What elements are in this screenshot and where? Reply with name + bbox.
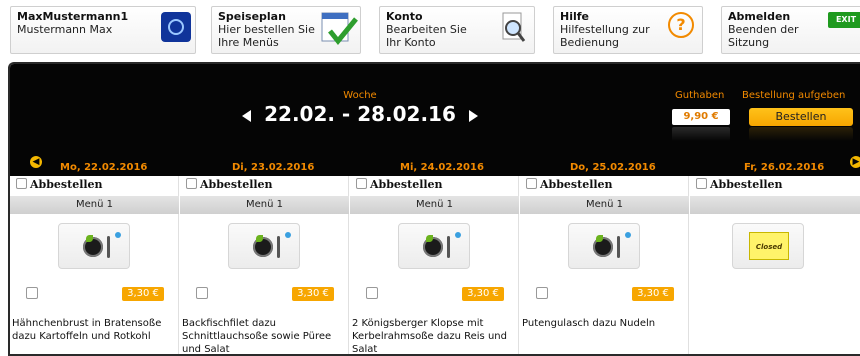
abmelden-line2: Sitzung: [728, 36, 770, 49]
cancel-checkbox[interactable]: [186, 178, 197, 189]
day-column-mon: Abbestellen Menü 1 3,30 € Hähnchenbrust …: [10, 176, 179, 354]
meal-description: Backfischfilet dazu Schnittlauchsoße sow…: [182, 318, 332, 355]
prev-day-arrow[interactable]: ◀: [30, 156, 42, 168]
cancel-checkbox[interactable]: [526, 178, 537, 189]
help-question-icon: ?: [668, 12, 694, 38]
konto-line2: Ihr Konto: [386, 36, 436, 49]
day-column-tue: Abbestellen Menü 1 3,30 € Backfischfilet…: [180, 176, 349, 355]
menu-header: Menü 1: [520, 196, 689, 214]
day-label: Mi, 24.02.2016: [400, 162, 484, 173]
cancel-option: Abbestellen: [526, 178, 613, 194]
konto-line1: Bearbeiten Sie: [386, 23, 467, 36]
day-column-fri: Abbestellen Closed: [690, 176, 860, 354]
day-label: Di, 23.02.2016: [232, 162, 315, 173]
menu-columns: Abbestellen Menü 1 3,30 € Hähnchenbrust …: [10, 176, 860, 355]
day-label: Do, 25.02.2016: [570, 162, 656, 173]
closed-image: Closed: [732, 223, 804, 269]
order-checkbox[interactable]: [26, 287, 38, 299]
abmelden-nav[interactable]: Abmelden Beenden der Sitzung EXIT: [721, 6, 860, 54]
cancel-option: Abbestellen: [16, 178, 103, 194]
meal-image: [58, 223, 130, 269]
week-selector: 22.02. - 28.02.16: [10, 102, 710, 126]
closed-note: Closed: [749, 232, 789, 260]
price-badge: 3,30 €: [462, 287, 504, 301]
hilfe-line2: Bedienung: [560, 36, 620, 49]
full-name: Mustermann Max: [17, 23, 113, 36]
user-avatar-icon: [161, 12, 191, 42]
hilfe-nav[interactable]: Hilfe Hilfestellung zur Bedienung ?: [553, 6, 703, 54]
order-checkbox[interactable]: [536, 287, 548, 299]
cancel-option: Abbestellen: [696, 178, 783, 194]
meal-description: Putengulasch dazu Nudeln: [522, 318, 656, 329]
abmelden-line1: Beenden der: [728, 23, 799, 36]
price-badge: 3,30 €: [292, 287, 334, 301]
meal-image: [398, 223, 470, 269]
next-day-arrow[interactable]: ▶: [850, 156, 860, 168]
speiseplan-line2: Ihre Menüs: [218, 36, 279, 49]
meal-description: 2 Königsberger Klopse mit Kerbelrahmsoße…: [352, 318, 507, 355]
cancel-option: Abbestellen: [356, 178, 443, 194]
user-tile: MaxMustermann1 Mustermann Max: [10, 6, 196, 54]
order-label: Bestellung aufgeben: [742, 90, 846, 101]
next-week-arrow[interactable]: [468, 109, 478, 122]
menu-header: Menü 1: [350, 196, 519, 214]
menu-header: Menü 1: [10, 196, 179, 214]
day-label: Mo, 22.02.2016: [60, 162, 148, 173]
meal-image: [568, 223, 640, 269]
konto-nav[interactable]: Konto Bearbeiten Sie Ihr Konto: [379, 6, 535, 54]
guthaben-reflection: [672, 127, 730, 141]
cancel-checkbox[interactable]: [356, 178, 367, 189]
calendar-check-icon: [320, 9, 358, 49]
cancel-checkbox[interactable]: [696, 178, 707, 189]
price-badge: 3,30 €: [632, 287, 674, 301]
speiseplan-line1: Hier bestellen Sie: [218, 23, 315, 36]
week-range-text: 22.02. - 28.02.16: [264, 102, 456, 126]
order-button-reflection: [749, 127, 853, 141]
meal-image: [228, 223, 300, 269]
day-column-thu: Abbestellen Menü 1 3,30 € Putengulasch d…: [520, 176, 689, 354]
document-search-icon: [500, 11, 526, 45]
cancel-option: Abbestellen: [186, 178, 273, 194]
order-checkbox[interactable]: [366, 287, 378, 299]
hilfe-line1: Hilfestellung zur: [560, 23, 650, 36]
menu-panel: Woche 22.02. - 28.02.16 Guthaben 9,90 € …: [8, 62, 860, 356]
meal-description: Hähnchenbrust in Bratensoße dazu Kartoff…: [12, 318, 162, 342]
order-button[interactable]: Bestellen: [749, 108, 853, 126]
speiseplan-nav[interactable]: Speiseplan Hier bestellen Sie Ihre Menüs: [211, 6, 361, 54]
order-checkbox[interactable]: [196, 287, 208, 299]
day-label: Fr, 26.02.2016: [744, 162, 825, 173]
menu-header-empty: [690, 196, 860, 214]
day-column-wed: Abbestellen Menü 1 3,30 € 2 Königsberger…: [350, 176, 519, 355]
prev-week-arrow[interactable]: [242, 109, 252, 122]
cancel-checkbox[interactable]: [16, 178, 27, 189]
guthaben-label: Guthaben: [675, 90, 725, 101]
guthaben-value: 9,90 €: [672, 109, 730, 125]
top-navigation: MaxMustermann1 Mustermann Max Speiseplan…: [0, 0, 860, 62]
week-header: Woche 22.02. - 28.02.16 Guthaben 9,90 € …: [10, 64, 860, 164]
day-header-row: ◀ Mo, 22.02.2016 Di, 23.02.2016 Mi, 24.0…: [10, 152, 860, 176]
week-label: Woche: [343, 90, 377, 101]
price-badge: 3,30 €: [122, 287, 164, 301]
exit-icon: EXIT: [828, 12, 860, 28]
menu-header: Menü 1: [180, 196, 349, 214]
